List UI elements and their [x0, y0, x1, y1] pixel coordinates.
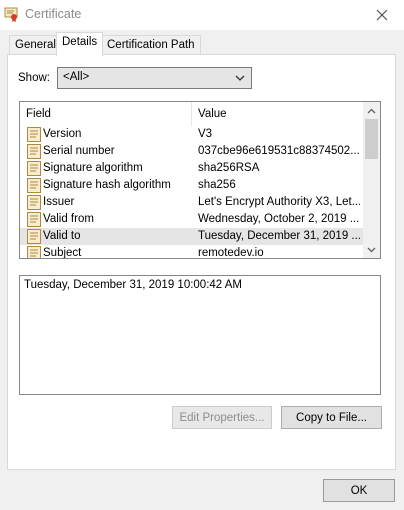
- certificate-field-icon: [27, 246, 41, 258]
- certificate-field-icon: [27, 127, 41, 142]
- tab-label: General: [15, 39, 56, 51]
- tab-general[interactable]: General: [9, 35, 62, 56]
- button-label: Edit Properties...: [179, 411, 265, 424]
- list-row[interactable]: Signature hash algorithm sha256: [20, 177, 363, 194]
- row-value: sha256: [198, 179, 236, 191]
- tab-label: Certification Path: [107, 39, 195, 51]
- field-detail-value: Tuesday, December 31, 2019 10:00:42 AM: [24, 279, 242, 291]
- list-row[interactable]: Subject remotedev.io: [20, 245, 363, 259]
- list-row[interactable]: Valid from Wednesday, October 2, 2019 ...: [20, 211, 363, 228]
- copy-to-file-button[interactable]: Copy to File...: [281, 406, 382, 429]
- scroll-down-button[interactable]: [363, 241, 380, 258]
- list-rows: Version V3 Serial number 037cbe96e619531c88…: [20, 126, 363, 259]
- row-field: Signature algorithm: [43, 162, 143, 174]
- chevron-up-icon: [367, 108, 376, 113]
- row-field: Subject: [43, 247, 82, 259]
- certificate-dialog: Certificate General Details Certificatio…: [0, 0, 404, 510]
- certificate-field-icon: [27, 195, 41, 210]
- list-row[interactable]: Signature algorithm sha256RSA: [20, 160, 363, 177]
- title-bar: Certificate: [0, 0, 404, 30]
- row-field: Serial number: [43, 145, 115, 157]
- column-header-field[interactable]: Field: [26, 108, 51, 120]
- show-selected-value: <All>: [63, 71, 90, 83]
- row-field: Valid to: [43, 230, 81, 242]
- certificate-app-icon: [4, 6, 20, 22]
- close-icon: [376, 9, 388, 21]
- certificate-field-icon: [27, 212, 41, 227]
- button-label: Copy to File...: [296, 411, 367, 424]
- list-row[interactable]: Serial number 037cbe96e619531c88374502...: [20, 143, 363, 160]
- list-row[interactable]: Valid to Tuesday, December 31, 2019 ...: [20, 228, 363, 245]
- scroll-up-button[interactable]: [363, 102, 380, 119]
- list-row[interactable]: Version V3: [20, 126, 363, 143]
- row-value: Let's Encrypt Authority X3, Let...: [198, 196, 360, 208]
- row-field: Valid from: [43, 213, 94, 225]
- certificate-field-icon: [27, 161, 41, 176]
- row-value: remotedev.io: [198, 247, 264, 259]
- show-dropdown[interactable]: <All>: [57, 67, 252, 89]
- chevron-down-icon: [367, 247, 376, 252]
- show-label: Show:: [18, 72, 50, 84]
- edit-properties-button[interactable]: Edit Properties...: [172, 406, 272, 429]
- row-value: Wednesday, October 2, 2019 ...: [198, 213, 360, 225]
- scrollbar-thumb[interactable]: [365, 119, 378, 159]
- list-header: Field Value: [20, 102, 363, 126]
- row-value: V3: [198, 128, 213, 140]
- ok-button[interactable]: OK: [323, 479, 395, 502]
- tab-label: Details: [62, 36, 98, 48]
- window-title: Certificate: [25, 7, 82, 21]
- row-field: Issuer: [43, 196, 75, 208]
- fields-list[interactable]: Field Value Version V3 Serial number 037cbe…: [19, 101, 381, 259]
- row-field: Signature hash algorithm: [43, 179, 171, 191]
- row-value: 037cbe96e619531c88374502...: [198, 145, 360, 157]
- tab-certification-path[interactable]: Certification Path: [101, 35, 201, 56]
- tab-details[interactable]: Details: [56, 32, 104, 56]
- close-button[interactable]: [360, 0, 404, 30]
- certificate-field-icon: [27, 229, 41, 244]
- list-scrollbar[interactable]: [363, 102, 380, 258]
- details-panel: Show: <All> Field Value Version V3 Serial …: [7, 54, 396, 470]
- certificate-field-icon: [27, 178, 41, 193]
- button-label: OK: [350, 484, 368, 497]
- chevron-down-icon: [235, 75, 245, 81]
- list-row[interactable]: Issuer Let's Encrypt Authority X3, Let...: [20, 194, 363, 211]
- column-divider[interactable]: [191, 102, 192, 126]
- row-value: Tuesday, December 31, 2019 ...: [198, 230, 360, 242]
- row-value: sha256RSA: [198, 162, 260, 174]
- row-field: Version: [43, 128, 82, 140]
- column-header-value[interactable]: Value: [198, 108, 227, 120]
- field-detail-text[interactable]: Tuesday, December 31, 2019 10:00:42 AM: [19, 275, 381, 395]
- certificate-field-icon: [27, 144, 41, 159]
